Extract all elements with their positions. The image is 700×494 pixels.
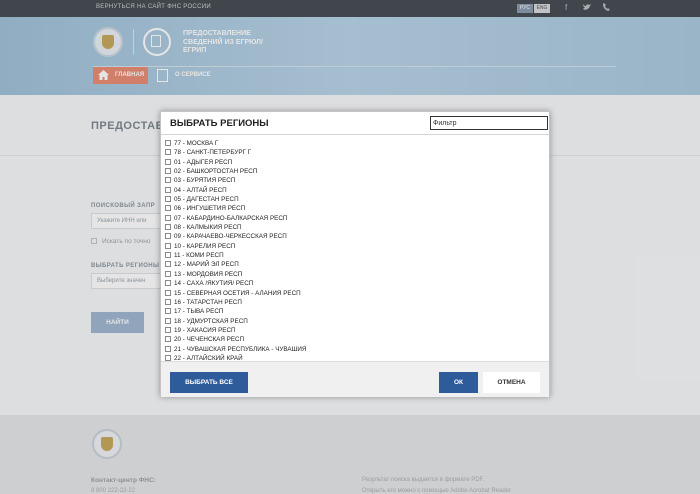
region-label: 77 - МОСКВА Г (174, 140, 219, 147)
region-item[interactable]: 04 - АЛТАЙ РЕСП (165, 186, 545, 195)
region-item[interactable]: 15 - СЕВЕРНАЯ ОСЕТИЯ - АЛАНИЯ РЕСП (165, 289, 545, 298)
region-checkbox[interactable] (165, 298, 171, 305)
region-item[interactable]: 14 - САХА /ЯКУТИЯ/ РЕСП (165, 279, 545, 288)
region-checkbox[interactable] (165, 345, 171, 352)
dialog-separator (161, 134, 549, 135)
region-label: 04 - АЛТАЙ РЕСП (174, 186, 227, 194)
filter-input[interactable] (430, 116, 548, 130)
region-label: 17 - ТЫВА РЕСП (174, 308, 224, 316)
region-checkbox[interactable] (165, 280, 171, 287)
region-label: 19 - ХАКАСИЯ РЕСП (174, 326, 236, 334)
region-label: 11 - КОМИ РЕСП (174, 252, 224, 260)
dialog-title: ВЫБРАТЬ РЕГИОНЫ (170, 118, 269, 129)
region-label: 10 - КАРЕЛИЯ РЕСП (174, 242, 236, 250)
region-item[interactable]: 07 - КАБАРДИНО-БАЛКАРСКАЯ РЕСП (165, 214, 545, 223)
dialog-footer: ВЫБРАТЬ ВСЕ ОК ОТМЕНА (161, 361, 549, 397)
region-item[interactable]: 10 - КАРЕЛИЯ РЕСП (165, 242, 545, 251)
region-checkbox[interactable] (165, 149, 171, 156)
region-item[interactable]: 77 - МОСКВА Г (165, 139, 545, 148)
region-item[interactable]: 17 - ТЫВА РЕСП (165, 307, 545, 316)
region-item[interactable]: 08 - КАЛМЫКИЯ РЕСП (165, 223, 545, 232)
region-item[interactable]: 21 - ЧУВАШСКАЯ РЕСПУБЛИКА - ЧУВАШИЯ (165, 345, 545, 354)
cancel-button[interactable]: ОТМЕНА (483, 372, 540, 393)
region-checkbox[interactable] (165, 252, 171, 259)
region-label: 07 - КАБАРДИНО-БАЛКАРСКАЯ РЕСП (174, 214, 288, 222)
region-checkbox[interactable] (165, 140, 171, 146)
region-label: 08 - КАЛМЫКИЯ РЕСП (174, 224, 242, 232)
region-item[interactable]: 13 - МОРДОВИЯ РЕСП (165, 270, 545, 279)
region-item[interactable]: 03 - БУРЯТИЯ РЕСП (165, 176, 545, 185)
select-all-button[interactable]: ВЫБРАТЬ ВСЕ (170, 372, 248, 393)
region-checkbox[interactable] (165, 336, 171, 343)
region-checkbox[interactable] (165, 289, 171, 296)
region-item[interactable]: 05 - ДАГЕСТАН РЕСП (165, 195, 545, 204)
region-label: 16 - ТАТАРСТАН РЕСП (174, 298, 242, 306)
ok-button[interactable]: ОК (439, 372, 478, 393)
region-checkbox[interactable] (165, 317, 171, 324)
region-item[interactable]: 12 - МАРИЙ ЭЛ РЕСП (165, 260, 545, 269)
region-label: 14 - САХА /ЯКУТИЯ/ РЕСП (174, 280, 254, 288)
region-label: 78 - САНКТ-ПЕТЕРБУРГ Г (174, 149, 252, 157)
region-checkbox[interactable] (165, 205, 171, 212)
region-item[interactable]: 01 - АДЫГЕЯ РЕСП (165, 158, 545, 167)
region-item[interactable]: 09 - КАРАЧАЕВО-ЧЕРКЕССКАЯ РЕСП (165, 232, 545, 241)
region-item[interactable]: 11 - КОМИ РЕСП (165, 251, 545, 260)
region-item[interactable]: 06 - ИНГУШЕТИЯ РЕСП (165, 204, 545, 213)
region-checkbox[interactable] (165, 261, 171, 268)
region-label: 02 - БАШКОРТОСТАН РЕСП (174, 168, 258, 176)
region-item[interactable]: 78 - САНКТ-ПЕТЕРБУРГ Г (165, 148, 545, 157)
region-checkbox[interactable] (165, 354, 171, 361)
region-label: 09 - КАРАЧАЕВО-ЧЕРКЕССКАЯ РЕСП (174, 233, 287, 241)
region-item[interactable]: 19 - ХАКАСИЯ РЕСП (165, 326, 545, 335)
region-checkbox[interactable] (165, 242, 171, 249)
region-label: 21 - ЧУВАШСКАЯ РЕСПУБЛИКА - ЧУВАШИЯ (174, 345, 307, 353)
region-item[interactable]: 02 - БАШКОРТОСТАН РЕСП (165, 167, 545, 176)
region-checkbox[interactable] (165, 196, 171, 203)
region-label: 06 - ИНГУШЕТИЯ РЕСП (174, 205, 246, 213)
region-label: 18 - УДМУРТСКАЯ РЕСП (174, 317, 248, 325)
region-checkbox[interactable] (165, 326, 171, 333)
region-checkbox[interactable] (165, 214, 171, 221)
region-label: 20 - ЧЕЧЕНСКАЯ РЕСП (174, 336, 245, 344)
region-checkbox[interactable] (165, 233, 171, 240)
region-label: 05 - ДАГЕСТАН РЕСП (174, 196, 239, 204)
region-checkbox[interactable] (165, 270, 171, 277)
region-select-dialog: ВЫБРАТЬ РЕГИОНЫ 77 - МОСКВА Г 78 - САНКТ-… (160, 111, 550, 397)
region-label: 01 - АДЫГЕЯ РЕСП (174, 158, 233, 166)
region-checkbox[interactable] (165, 168, 171, 175)
region-checkbox[interactable] (165, 308, 171, 315)
region-list: 77 - МОСКВА Г 78 - САНКТ-ПЕТЕРБУРГ Г 01 - … (165, 139, 545, 363)
region-checkbox[interactable] (165, 186, 171, 193)
region-checkbox[interactable] (165, 158, 171, 165)
region-label: 13 - МОРДОВИЯ РЕСП (174, 270, 243, 278)
region-item[interactable]: 18 - УДМУРТСКАЯ РЕСП (165, 317, 545, 326)
region-checkbox[interactable] (165, 177, 171, 184)
region-label: 15 - СЕВЕРНАЯ ОСЕТИЯ - АЛАНИЯ РЕСП (174, 289, 301, 297)
region-item[interactable]: 20 - ЧЕЧЕНСКАЯ РЕСП (165, 335, 545, 344)
region-label: 12 - МАРИЙ ЭЛ РЕСП (174, 261, 239, 269)
region-label: 03 - БУРЯТИЯ РЕСП (174, 177, 236, 185)
region-checkbox[interactable] (165, 224, 171, 231)
region-item[interactable]: 16 - ТАТАРСТАН РЕСП (165, 298, 545, 307)
